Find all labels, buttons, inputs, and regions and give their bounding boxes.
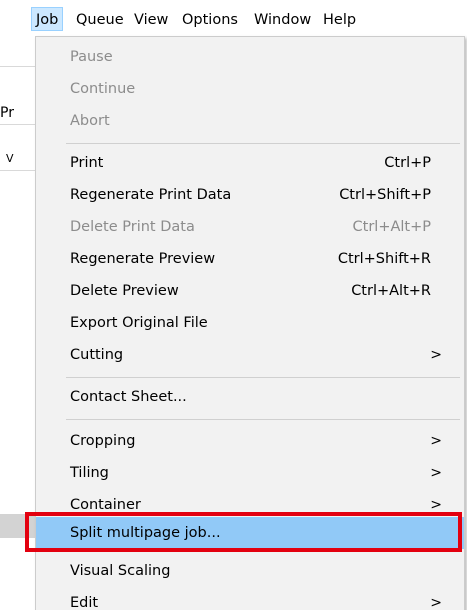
background-divider [0, 66, 36, 67]
menu-bar: Job Queue View Options Window Help [0, 0, 467, 36]
menu-item-label: Visual Scaling [70, 563, 171, 579]
menu-item-shortcut: Ctrl+Alt+R [351, 283, 431, 299]
menu-item-contact-sheet[interactable]: Contact Sheet... [36, 381, 464, 413]
background-column-fragment: V [6, 152, 14, 165]
menu-queue[interactable]: Queue [76, 8, 124, 32]
menu-item-label: Print [70, 155, 104, 171]
menu-item-regenerate-print-data[interactable]: Regenerate Print Data Ctrl+Shift+P [36, 179, 464, 211]
menu-item-shortcut: Ctrl+P [384, 155, 431, 171]
chevron-right-icon: > [430, 465, 442, 481]
menu-item-shortcut: Ctrl+Shift+R [337, 251, 431, 267]
menu-view[interactable]: View [134, 8, 168, 32]
menu-item-cutting[interactable]: Cutting > [36, 339, 464, 371]
menu-item-label: Delete Preview [70, 283, 179, 299]
menu-item-label: Cutting [70, 347, 124, 363]
menu-separator [66, 377, 460, 378]
menu-item-tiling[interactable]: Tiling > [36, 457, 464, 489]
menu-item-label: Export Original File [70, 315, 208, 331]
background-divider [0, 170, 36, 171]
menu-item-label: Tiling [70, 465, 109, 481]
menu-item-label: Pause [70, 49, 113, 65]
menu-job[interactable]: Job [31, 7, 64, 31]
menu-item-label: Cropping [70, 433, 136, 449]
menu-item-print[interactable]: Print Ctrl+P [36, 147, 464, 179]
menu-item-shortcut: Ctrl+Shift+P [339, 187, 431, 203]
menu-window[interactable]: Window [254, 8, 311, 32]
menu-options[interactable]: Options [182, 8, 238, 32]
menu-item-label: Contact Sheet... [70, 389, 187, 405]
background-label-fragment: Pr [0, 105, 14, 121]
menu-item-visual-scaling[interactable]: Visual Scaling [36, 555, 464, 587]
menu-item-regenerate-preview[interactable]: Regenerate Preview Ctrl+Shift+R [36, 243, 464, 275]
menu-item-label: Regenerate Preview [70, 251, 216, 267]
menu-item-cropping[interactable]: Cropping > [36, 425, 464, 457]
menu-item-delete-print-data[interactable]: Delete Print Data Ctrl+Alt+P [36, 211, 464, 243]
menu-separator [66, 143, 460, 144]
menu-help[interactable]: Help [323, 8, 356, 32]
menu-item-shortcut: Ctrl+Alt+P [352, 219, 431, 235]
menu-item-label: Edit [70, 595, 99, 610]
menu-item-label: Continue [70, 81, 136, 97]
menu-separator [66, 419, 460, 420]
annotation-highlight-box [25, 512, 462, 552]
menu-item-continue[interactable]: Continue [36, 73, 464, 105]
chevron-right-icon: > [430, 595, 442, 610]
menu-item-label: Delete Print Data [70, 219, 195, 235]
app-window: Job Queue View Options Window Help Pr V … [0, 0, 467, 610]
background-divider [0, 124, 36, 125]
menu-item-label: Regenerate Print Data [70, 187, 232, 203]
menu-item-pause[interactable]: Pause [36, 41, 464, 73]
chevron-right-icon: > [430, 433, 442, 449]
menu-item-abort[interactable]: Abort [36, 105, 464, 137]
menu-item-delete-preview[interactable]: Delete Preview Ctrl+Alt+R [36, 275, 464, 307]
menu-item-export-original-file[interactable]: Export Original File [36, 307, 464, 339]
chevron-right-icon: > [430, 347, 442, 363]
menu-item-edit[interactable]: Edit > [36, 587, 464, 610]
menu-item-label: Abort [70, 113, 110, 129]
